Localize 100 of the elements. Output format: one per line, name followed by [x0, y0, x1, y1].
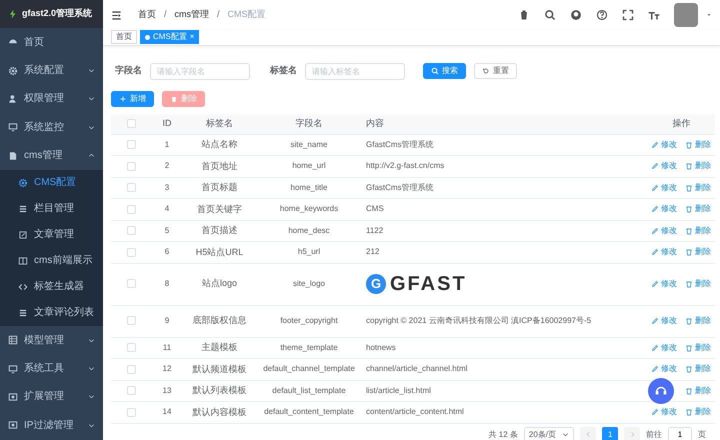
sidebar-item[interactable]: 系统监控 [0, 113, 103, 142]
delete-link[interactable]: 删除 [685, 315, 711, 327]
submenu-item[interactable]: CMS配置 [0, 170, 103, 196]
trash-icon[interactable] [518, 9, 530, 21]
sidebar-label: IP过滤管理 [24, 418, 74, 433]
previous-page-button[interactable] [580, 426, 596, 440]
table-cell: copyright © 2021 云南奇讯科技有限公司 滇ICP备16002997号-5 [362, 305, 648, 337]
chevron-right-icon [628, 431, 636, 438]
table-cell: 8 [151, 263, 183, 305]
table-cell: 默认列表模板 [183, 380, 256, 402]
search-icon[interactable] [544, 9, 556, 21]
delete-link[interactable]: 删除 [685, 342, 711, 354]
edit-icon [18, 230, 28, 240]
support-button[interactable] [648, 378, 674, 404]
edit-link[interactable]: 修改 [651, 182, 677, 194]
checkbox[interactable] [126, 140, 136, 150]
submenu-label: 文章评论列表 [34, 306, 94, 320]
delete-link[interactable]: 删除 [685, 203, 711, 216]
delete-link[interactable]: 删除 [685, 182, 711, 194]
edit-link[interactable]: 修改 [651, 406, 677, 418]
checkbox[interactable] [126, 183, 136, 192]
sidebar-item[interactable]: 系统配置 [0, 56, 103, 85]
fullscreen-icon[interactable] [622, 9, 634, 21]
submenu-item[interactable]: 文章管理 [0, 222, 103, 248]
checkbox[interactable] [126, 119, 136, 128]
search-button[interactable]: 搜索 [423, 63, 466, 79]
edit-link[interactable]: 修改 [651, 278, 677, 290]
table-cell: 首页描述 [183, 220, 256, 242]
edit-link[interactable]: 修改 [651, 315, 677, 327]
document-icon [8, 150, 18, 161]
next-page-button[interactable] [624, 426, 640, 440]
edit-link[interactable]: 修改 [651, 246, 677, 258]
page-number-field[interactable]: 1 [668, 426, 692, 440]
app-title: gfast2.0管理系统 [22, 7, 92, 20]
add-button[interactable]: 新增 [111, 91, 154, 107]
checkbox[interactable] [126, 279, 136, 288]
breadcrumb-link[interactable]: cms管理 [174, 8, 210, 22]
delete-link[interactable]: 删除 [685, 160, 711, 172]
checkbox[interactable] [126, 204, 136, 214]
submenu-label: CMS配置 [34, 176, 76, 190]
table-cell: home_desc [256, 220, 362, 242]
table-cell: 6 [151, 242, 183, 263]
submenu-item[interactable]: 栏目管理 [0, 196, 103, 222]
checkbox[interactable] [126, 316, 136, 326]
submenu-item[interactable]: cms前端展示 [0, 248, 103, 274]
delete-link[interactable]: 删除 [685, 138, 711, 151]
delete-link[interactable]: 删除 [685, 278, 711, 290]
box-icon [8, 392, 18, 402]
sidebar-item[interactable]: 扩展管理 [0, 382, 103, 412]
sidebar-item[interactable]: 权限管理 [0, 84, 103, 114]
plus-icon [119, 95, 127, 103]
close-icon[interactable]: × [190, 31, 194, 43]
edit-link[interactable]: 修改 [651, 224, 677, 237]
sidebar-item[interactable]: cms管理 [0, 142, 103, 170]
edit-link[interactable]: 修改 [651, 363, 677, 376]
avatar[interactable] [674, 3, 698, 27]
table-cell: 11 [151, 337, 183, 358]
text-size-icon[interactable] [648, 9, 660, 21]
edit-link[interactable]: 修改 [651, 342, 677, 354]
edit-link[interactable]: 修改 [651, 203, 677, 216]
sidebar-item[interactable]: 首页 [0, 28, 103, 56]
checkbox[interactable] [126, 343, 136, 352]
breadcrumb-link[interactable]: 首页 [138, 8, 156, 22]
tab[interactable]: CMS配置 × [140, 30, 200, 44]
page-size-select[interactable]: 20条/页 [524, 426, 574, 440]
table-cell: 站点logo [183, 263, 256, 305]
reset-button[interactable]: 重置 [474, 63, 517, 79]
checkbox[interactable] [126, 248, 136, 257]
search-icon [431, 67, 439, 75]
delete-link[interactable]: 删除 [685, 224, 711, 237]
table-cell: home_url [256, 156, 362, 177]
text-field[interactable]: 请输入标签名 [305, 62, 405, 80]
table-cell: list/article_list.html [362, 380, 648, 402]
checkbox[interactable] [126, 408, 136, 417]
edit-link[interactable]: 修改 [651, 160, 677, 172]
checkbox[interactable] [126, 364, 136, 374]
help-icon[interactable] [596, 9, 608, 21]
delete-link[interactable]: 删除 [685, 384, 711, 397]
delete-link[interactable]: 删除 [685, 246, 711, 258]
sidebar-item[interactable]: IP过滤管理 [0, 411, 103, 440]
box-icon [8, 420, 18, 430]
page-button[interactable]: 1 [602, 426, 618, 440]
delete-link[interactable]: 删除 [685, 363, 711, 376]
table-cell: 首页地址 [183, 156, 256, 177]
edit-link[interactable]: 修改 [651, 138, 677, 151]
checkbox[interactable] [126, 162, 136, 171]
sidebar-item[interactable]: 系统工具 [0, 354, 103, 383]
table-cell: 站点名称 [183, 134, 256, 156]
text-field[interactable]: 请输入字段名 [150, 62, 250, 80]
tab[interactable]: 首页 [111, 30, 137, 44]
checkbox[interactable] [126, 386, 136, 396]
submenu-item[interactable]: 文章评论列表 [0, 300, 103, 326]
grid-icon [8, 335, 18, 346]
checkbox[interactable] [126, 226, 136, 236]
breadcrumb-separator: / [164, 8, 167, 22]
submenu-item[interactable]: 标签生成器 [0, 274, 103, 300]
table-cell: 14 [151, 402, 183, 423]
sidebar-item[interactable]: 模型管理 [0, 326, 103, 354]
table-cell: 1 [151, 134, 183, 156]
delete-link[interactable]: 删除 [685, 406, 711, 418]
